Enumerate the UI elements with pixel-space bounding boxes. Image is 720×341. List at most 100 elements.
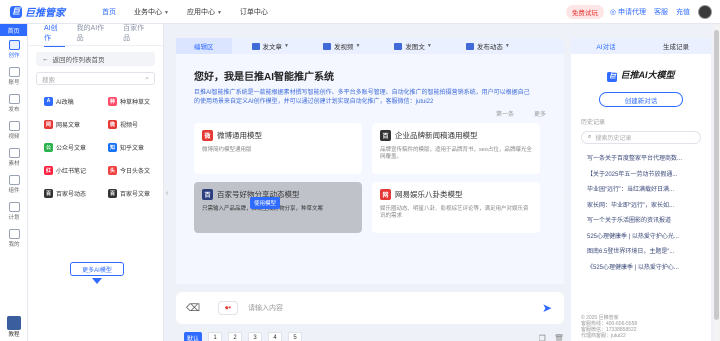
page-default[interactable]: 默认 — [184, 332, 202, 341]
model-item-ai-rewrite[interactable]: A AI改稿 — [42, 93, 96, 109]
rail-home[interactable]: 首页 — [0, 24, 27, 36]
tab-generation-history[interactable]: 生成记录 — [641, 41, 711, 51]
chevron-down-icon: ▼ — [216, 9, 222, 16]
rail-item-plan[interactable]: 计划 — [0, 198, 28, 225]
recharge-link[interactable]: 充值 — [676, 7, 690, 17]
nav-order-center[interactable]: 订单中心 — [240, 7, 268, 17]
rail-item-publish[interactable]: 发布 — [0, 90, 28, 117]
list-item[interactable]: 写一个关于乐活圈影的资讯报道 — [571, 214, 701, 230]
collapse-left-icon[interactable]: ‹ — [166, 190, 168, 197]
more-ai-models-button[interactable]: 更多AI模型 — [70, 262, 124, 276]
netease-icon: 网 — [44, 119, 53, 129]
tab-post-dynamic[interactable]: 发布动态 ▼ — [465, 41, 510, 51]
rail-item-create[interactable]: 创作 — [0, 36, 28, 63]
rail-item-mine[interactable]: 我的 — [0, 225, 28, 252]
model-card-brand-news[interactable]: 百企业品牌新闻稿通用模型 品牌宣传稿件的模版，适用于品牌背书，seo占位，品牌曝… — [372, 123, 540, 174]
tab-my-ai-works[interactable]: 我的AI作品 — [77, 23, 112, 46]
rail-item-material[interactable]: 素材 — [0, 144, 28, 171]
tab-post-image-text[interactable]: 发图文 ▼ — [394, 41, 432, 51]
page-1[interactable]: 1 — [208, 332, 222, 341]
model-item-wechat-article[interactable]: 公公众号文章 — [42, 139, 96, 155]
new-chat-button[interactable]: 创建新对话 — [599, 92, 683, 107]
list-item[interactable]: 【关于2025年五一劳动节放假通... — [571, 168, 701, 184]
chat-input[interactable]: 请输入内容 — [248, 303, 540, 313]
model-item-video[interactable]: 微视频号 — [106, 116, 160, 132]
nav-home[interactable]: 首页 — [102, 7, 116, 17]
scrollbar[interactable] — [713, 24, 720, 341]
avatar[interactable] — [698, 4, 712, 19]
nav-business-center[interactable]: 业务中心 ▼ — [134, 7, 169, 17]
apply-agent-link[interactable]: ◎ 申请代理 — [610, 7, 646, 17]
model-search-input[interactable]: 搜索 ⌕ — [36, 72, 155, 85]
page-2[interactable]: 2 — [228, 332, 242, 341]
tab-post-video[interactable]: 发视频 ▼ — [322, 41, 360, 51]
list-item[interactable]: 525心理健康季 | 以热爱守护心光... — [571, 230, 701, 246]
rail-tutorial[interactable]: 教程 — [0, 313, 28, 341]
free-trial-badge[interactable]: 免费试玩 — [565, 4, 604, 19]
scrollbar-thumb[interactable] — [714, 30, 719, 320]
list-item[interactable]: 写一条关于百度整家平台代理商数... — [571, 152, 701, 168]
model-cards: 微微博通用模型 微博简约模型通用版 百企业品牌新闻稿通用模型 品牌宣传稿件的模版… — [194, 123, 546, 233]
model-grid: A AI改稿 种种草种草文 网网易文章 微视频号 公公众号文章 知知乎文章 红小红… — [42, 93, 163, 201]
model-item-netease[interactable]: 网网易文章 — [42, 116, 96, 132]
tab-ai-create[interactable]: AI创作 — [44, 23, 65, 47]
create-icon — [8, 40, 20, 50]
model-card-netease-gossip[interactable]: 网网易娱乐八卦类模型 娱乐圈动态、明星八卦、影视综艺评论等，满足用户对娱乐资讯的… — [372, 182, 540, 233]
brand-logo[interactable]: 巨 巨推管家 — [10, 4, 80, 19]
welcome-description: 巨推AI智能推广系统是一款能根据素材撰写智能创作、多平台多账号管理、自动化推广的… — [194, 90, 530, 105]
model-select-dropdown[interactable]: ◆▾ — [218, 301, 238, 315]
rail-item-video[interactable]: 视频 — [0, 117, 28, 144]
rail-item-component[interactable]: 组件 — [0, 171, 28, 198]
list-item[interactable]: 毕业园“远行”：当红满载好日满... — [571, 183, 701, 199]
model-item-seeding[interactable]: 种种草种草文 — [106, 93, 160, 109]
model-card-weibo[interactable]: 微微博通用模型 微博简约模型通用版 — [194, 123, 362, 174]
use-model-button[interactable]: 使用模型 — [250, 197, 281, 209]
model-item-xiaohongshu[interactable]: 红小红书笔记 — [42, 162, 96, 178]
top-right-actions: 免费试玩 ◎ 申请代理 客服 充值 — [565, 4, 712, 19]
tab-edit-area[interactable]: 编辑区 — [176, 38, 232, 54]
list-item[interactable]: 家长网：毕业即“远行”，家长如... — [571, 199, 701, 215]
seeding-icon: 种 — [108, 96, 117, 106]
back-to-list-button[interactable]: ← 返回的作列表首页 — [36, 52, 155, 66]
page-selector: 默认 1 2 3 4 5 ❐ 🗑 — [176, 332, 564, 341]
list-item[interactable]: 《525心理健康季 | 以热爱守护心... — [571, 261, 701, 277]
model-card-baijia-goods[interactable]: 百百家号好物分享动态模型 只需输入产品品牌，自动生成好物分享，种草文案 使用模型 — [194, 182, 362, 233]
page-3[interactable]: 3 — [248, 332, 262, 341]
history-search-input[interactable]: ⌕ 搜索历史记录 — [581, 131, 701, 144]
dynamic-icon — [465, 42, 474, 50]
list-item[interactable]: 图南6.5登世界环境日，主题是“... — [571, 245, 701, 261]
model-item-zhihu[interactable]: 知知乎文章 — [106, 139, 160, 155]
model-item-toutiao[interactable]: 头今日头条文 — [106, 162, 160, 178]
welcome-panel: 您好，我是巨推AI智能推广系统 巨推AI智能推广系统是一款能根据素材撰写智能创作… — [176, 54, 564, 284]
tab-ai-chat[interactable]: AI对话 — [571, 41, 641, 51]
component-icon — [8, 175, 20, 185]
nav-app-center[interactable]: 应用中心 ▼ — [187, 7, 222, 17]
left-panel-tabs: AI创作 我的AI作品 百家作品 — [28, 23, 163, 47]
rail-item-account[interactable]: 账号 — [0, 63, 28, 90]
pointer-arrow-icon — [92, 278, 102, 284]
baijia-icon: 百 — [202, 189, 213, 200]
prev-page-link[interactable]: 第一条 — [496, 109, 514, 118]
tab-post-article[interactable]: 发文章 ▼ — [251, 41, 289, 51]
tab-baijia-works[interactable]: 百家作品 — [123, 23, 151, 46]
brand-logo-icon: 巨 — [607, 72, 618, 82]
account-icon — [8, 67, 20, 77]
page-5[interactable]: 5 — [288, 332, 302, 341]
customer-service-link[interactable]: 客服 — [654, 7, 668, 17]
copy-icon[interactable]: ❐ — [539, 334, 546, 341]
page-4[interactable]: 4 — [268, 332, 282, 341]
more-link[interactable]: 更多 — [534, 109, 546, 118]
material-icon — [8, 148, 20, 158]
trash-icon[interactable]: 🗑 — [554, 334, 564, 341]
left-panel: AI创作 我的AI作品 百家作品 ← 返回的作列表首页 搜索 ⌕ A AI改稿 种… — [28, 24, 164, 341]
model-item-baijia-dynamic[interactable]: 百百家号动态 — [42, 185, 96, 201]
send-icon[interactable]: ➤ — [540, 301, 554, 315]
video-icon — [322, 42, 331, 50]
model-item-baijia-article[interactable]: 百百家号文章 — [106, 185, 160, 201]
tutorial-icon — [7, 316, 21, 330]
clean-brush-icon[interactable]: ⌫ — [186, 301, 200, 315]
plan-icon — [8, 202, 20, 212]
editor-toolbar: 编辑区 发文章 ▼ 发视频 ▼ 发图文 ▼ 发布动态 ▼ — [176, 38, 564, 54]
chevron-down-icon: ▼ — [164, 9, 169, 16]
video-icon — [8, 121, 20, 131]
